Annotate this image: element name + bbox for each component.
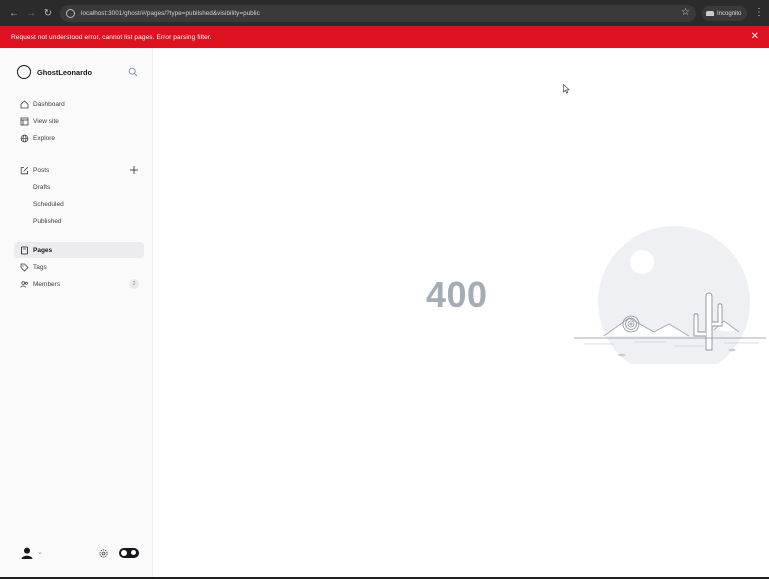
sidebar-item-pages[interactable]: Pages — [14, 242, 144, 258]
site-logo-icon — [17, 65, 31, 79]
tag-icon — [20, 263, 29, 272]
desert-illustration — [574, 226, 766, 364]
site-info-icon[interactable] — [66, 9, 75, 18]
error-message: Request not understood error, cannot lis… — [11, 33, 212, 41]
forward-arrow-icon[interactable]: → — [23, 5, 39, 21]
moon-icon — [131, 550, 136, 555]
url-text: localhost:3001/ghost/#/pages/?type=publi… — [81, 10, 260, 17]
browser-toolbar: ← → ↻ localhost:3001/ghost/#/pages/?type… — [0, 0, 769, 26]
sidebar-item-label: Members — [33, 280, 61, 288]
sidebar-item-view-site[interactable]: View site — [14, 113, 144, 129]
home-icon — [20, 99, 29, 108]
sidebar-item-label: Dashboard — [33, 100, 65, 108]
search-icon[interactable] — [128, 67, 138, 77]
incognito-label: Incognito — [717, 10, 742, 17]
toggle-knob — [121, 550, 127, 556]
gear-icon[interactable] — [98, 548, 109, 559]
sidebar: GhostLeonardo Dashboard View site Explor… — [0, 48, 153, 579]
incognito-icon — [706, 11, 714, 16]
add-post-icon[interactable] — [129, 165, 139, 175]
dark-mode-toggle[interactable] — [119, 548, 139, 558]
sidebar-subitem-scheduled[interactable]: Scheduled — [33, 201, 64, 208]
members-count-badge: 2 — [129, 279, 139, 289]
app-window: ← → ↻ localhost:3001/ghost/#/pages/?type… — [0, 0, 769, 579]
sidebar-item-label: Explore — [33, 134, 56, 142]
mouse-cursor-icon — [563, 84, 570, 94]
site-name: GhostLeonardo — [37, 67, 93, 77]
sidebar-item-label: Pages — [33, 246, 53, 254]
main-content: 400 — [154, 48, 769, 579]
browser-menu-icon[interactable]: ⋮ — [754, 6, 764, 20]
avatar[interactable] — [20, 546, 34, 560]
chevron-down-icon[interactable]: ⌄ — [37, 548, 43, 556]
error-code: 400 — [426, 274, 488, 315]
sidebar-item-dashboard[interactable]: Dashboard — [14, 96, 144, 112]
site-brand[interactable]: GhostLeonardo — [17, 65, 92, 79]
globe-icon — [20, 134, 29, 142]
bookmark-star-icon[interactable]: ☆ — [681, 7, 690, 19]
reload-icon[interactable]: ↻ — [40, 5, 56, 21]
sidebar-item-label: Posts — [33, 166, 50, 174]
sidebar-item-members[interactable]: Members — [14, 276, 144, 292]
incognito-badge[interactable]: Incognito — [702, 6, 747, 21]
close-icon[interactable]: ✕ — [751, 30, 759, 44]
back-arrow-icon[interactable]: ← — [6, 5, 22, 21]
members-icon — [20, 280, 28, 288]
sidebar-item-explore[interactable]: Explore — [14, 130, 144, 146]
sidebar-subitem-published[interactable]: Published — [33, 218, 62, 225]
sidebar-item-tags[interactable]: Tags — [14, 259, 144, 275]
address-bar[interactable]: localhost:3001/ghost/#/pages/?type=publi… — [60, 5, 696, 22]
page-icon — [21, 246, 28, 254]
error-banner: Request not understood error, cannot lis… — [0, 26, 769, 48]
sidebar-item-posts[interactable]: Posts — [14, 162, 144, 178]
pencil-square-icon — [20, 166, 29, 174]
sidebar-item-label: Tags — [33, 263, 47, 271]
sidebar-subitem-drafts[interactable]: Drafts — [33, 184, 50, 191]
browser-icon — [20, 117, 29, 125]
sidebar-item-label: View site — [33, 117, 59, 125]
